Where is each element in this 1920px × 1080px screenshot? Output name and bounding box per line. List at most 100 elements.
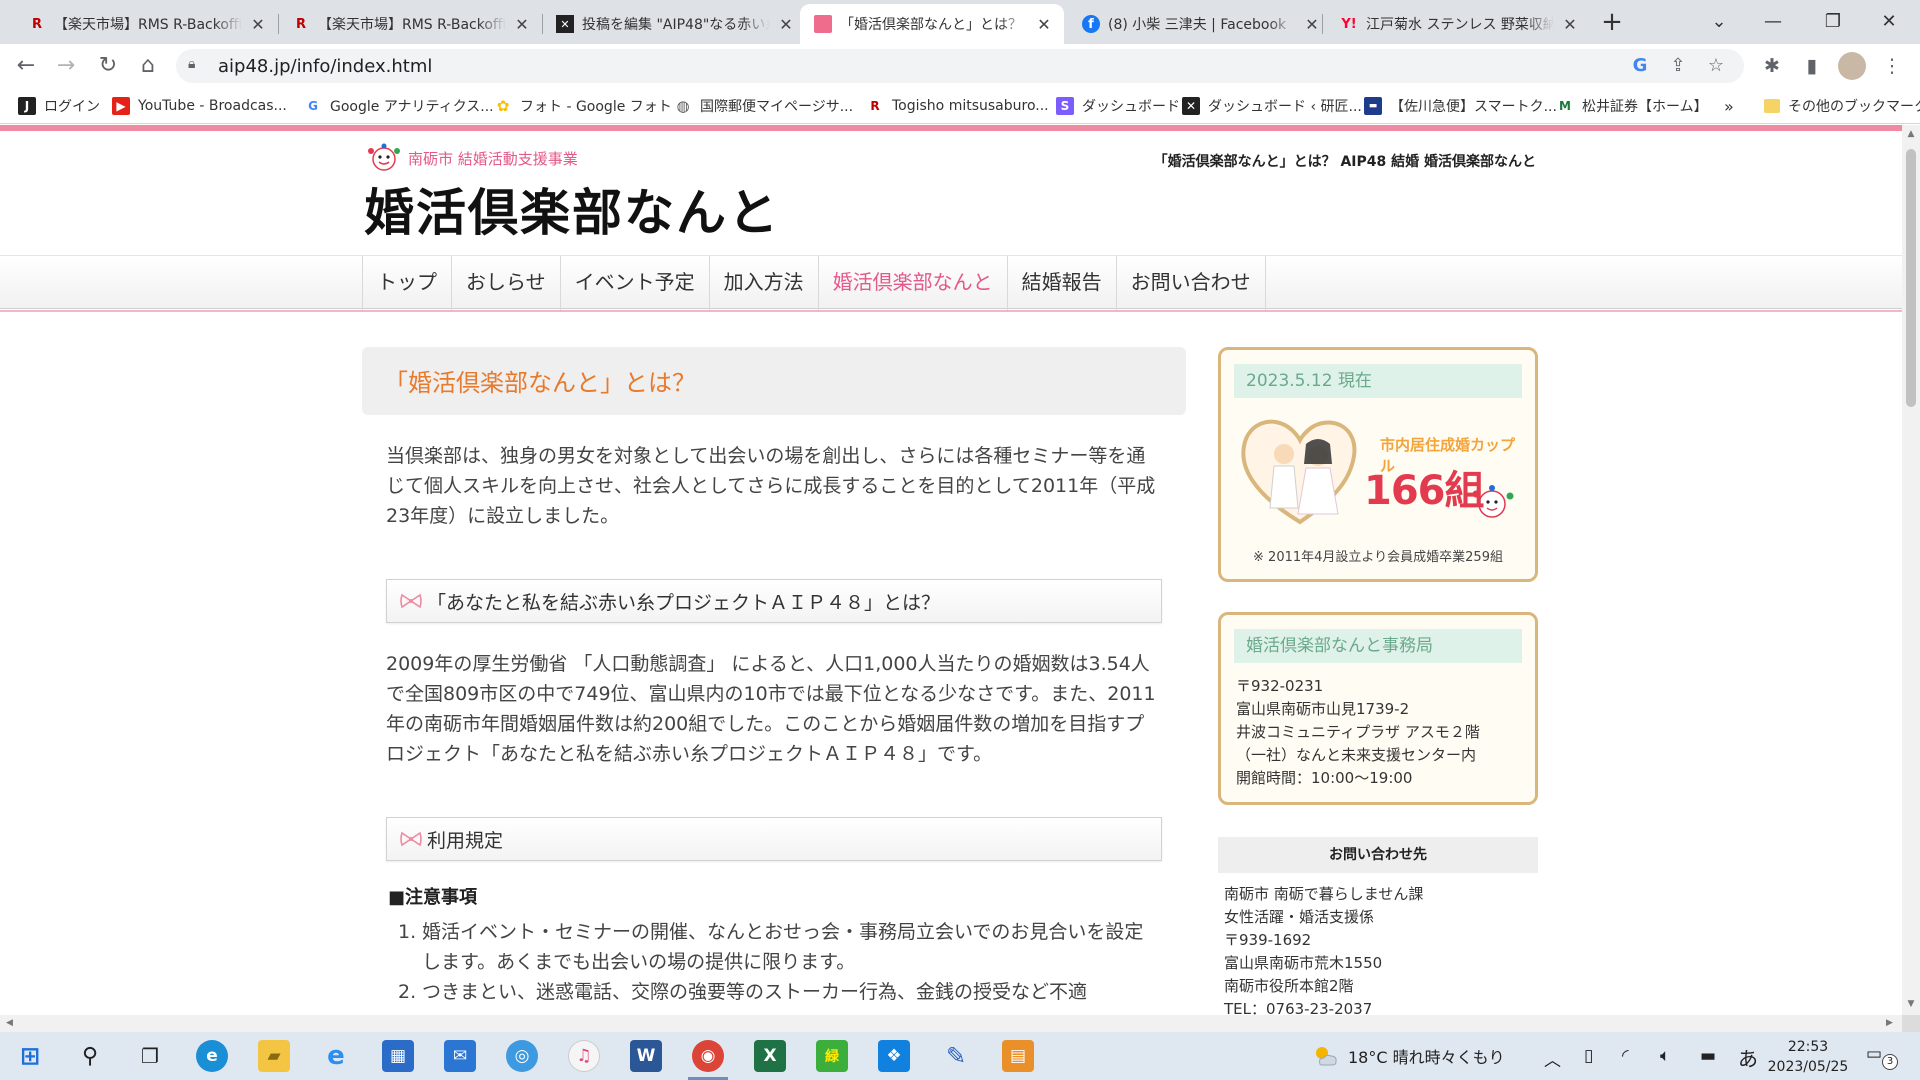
scroll-left-icon[interactable]: ◀ — [6, 1018, 13, 1028]
tab-title: 投稿を編集 "AIP48"なる赤い糸 — [582, 17, 770, 33]
browser-tab[interactable]: R 【楽天市場】RMS R-Backoffice ✕ — [14, 4, 278, 44]
close-icon[interactable]: ✕ — [1302, 15, 1322, 34]
notification-center-icon[interactable]: ▭ 3 — [1866, 1044, 1898, 1070]
windows-start-icon[interactable]: ⊞ — [14, 1040, 46, 1072]
folder-icon — [1764, 99, 1780, 113]
nav-item-contact[interactable]: お問い合わせ — [1115, 256, 1266, 310]
share-icon[interactable]: ⇪ — [1666, 55, 1690, 79]
nav-item-news[interactable]: おしらせ — [451, 256, 560, 310]
battery-icon[interactable]: ▬ — [1700, 1046, 1716, 1066]
app-green-icon[interactable]: 緑 — [816, 1040, 848, 1072]
minimize-button[interactable]: — — [1750, 6, 1796, 38]
chrome-icon[interactable]: ◉ — [692, 1040, 724, 1072]
lock-icon[interactable]: 🔒︎ — [188, 56, 195, 72]
windows-taskbar: ⊞ ⚲ ❐ e ▰ e ▦ ✉ ◎ ♫ W ◉ X 緑 ❖ ✎ ▤ 18°C 晴… — [0, 1032, 1920, 1080]
dropbox-icon[interactable]: ❖ — [878, 1040, 910, 1072]
menu-kebab-icon[interactable]: ⋮ — [1878, 52, 1906, 80]
horizontal-scrollbar[interactable]: ◀ ▶ — [0, 1015, 1902, 1032]
close-icon[interactable]: ✕ — [248, 15, 268, 34]
close-icon[interactable]: ✕ — [1034, 15, 1054, 34]
close-window-button[interactable]: ✕ — [1866, 6, 1912, 38]
vertical-scrollbar[interactable]: ▲ ▼ — [1902, 125, 1920, 1015]
rakuten-icon: R — [31, 16, 42, 32]
nav-item-join[interactable]: 加入方法 — [708, 256, 818, 310]
bookmark-item[interactable]: R Togisho mitsusaburo... — [866, 94, 1049, 118]
browser-tab[interactable]: ✕ 投稿を編集 "AIP48"なる赤い糸 ✕ — [542, 4, 806, 44]
itunes-icon[interactable]: ♫ — [568, 1040, 600, 1072]
close-icon[interactable]: ✕ — [512, 15, 532, 34]
couple-note: ※ 2011年4月設立より会員成婚卒業259組 — [1253, 550, 1503, 565]
reload-button[interactable]: ↻ — [92, 50, 124, 82]
browser-tab[interactable]: Y! 江戸菊水 ステンレス 野菜収納 ✕ — [1326, 4, 1590, 44]
maximize-button[interactable]: ❐ — [1810, 6, 1856, 38]
profile-avatar[interactable] — [1838, 52, 1866, 80]
intro-paragraph: 当倶楽部は、独身の男女を対象として出会いの場を創出し、さらには各種セミナー等を通… — [386, 445, 1156, 527]
forward-button[interactable]: → — [50, 50, 82, 82]
nav-item-about[interactable]: 婚活倶楽部なんと — [817, 256, 1007, 310]
search-icon[interactable]: ⚲ — [74, 1040, 106, 1072]
app-orange-icon[interactable]: ▤ — [1002, 1040, 1034, 1072]
close-icon[interactable]: ✕ — [776, 15, 796, 34]
mail-icon[interactable]: ✉ — [444, 1040, 476, 1072]
edge-icon[interactable]: e — [196, 1040, 228, 1072]
address-bar[interactable]: 🔒︎ aip48.jp/info/index.html G ⇪ ☆ — [176, 49, 1744, 83]
volume-muted-icon[interactable]: 🔈︎ — [1660, 1046, 1670, 1066]
list-item: 1. 婚活イベント・セミナーの開催、なんとおせっ会・事務局立会いでのお見合いを設定… — [398, 921, 1144, 973]
globe-icon: ◍ — [674, 97, 692, 115]
tray-overflow-icon[interactable]: ︿ — [1544, 1046, 1561, 1071]
nav-item-events[interactable]: イベント予定 — [559, 256, 709, 310]
header-tagline: 「婚活倶楽部なんと」とは？ AIP48 結婚 婚活倶楽部なんと — [1153, 154, 1536, 170]
file-explorer-icon[interactable]: ▰ — [258, 1040, 290, 1072]
date-label: 2023.5.12 現在 — [1234, 364, 1522, 398]
new-tab-button[interactable]: + — [1597, 8, 1627, 38]
bookmark-star-icon[interactable]: ☆ — [1704, 55, 1728, 79]
device-icon[interactable]: ▯ — [1584, 1046, 1593, 1066]
extensions-icon[interactable]: ✱ — [1758, 52, 1786, 80]
back-button[interactable]: ← — [10, 50, 42, 82]
contact-heading: お問い合わせ先 — [1218, 837, 1538, 873]
bookmark-item[interactable]: M 松井証券【ホーム】 — [1556, 94, 1708, 118]
bookmarks-overflow-button[interactable]: » — [1724, 94, 1734, 118]
home-button[interactable]: ⌂ — [132, 50, 164, 82]
wifi-icon[interactable]: ◜ — [1622, 1046, 1629, 1066]
bookmark-item[interactable]: ✕ ダッシュボード ‹ 研匠... — [1182, 94, 1362, 118]
site-icon: ✕ — [1182, 97, 1200, 115]
scrollbar-thumb[interactable] — [1906, 149, 1916, 407]
browser-tab-active[interactable]: 「婚活倶楽部なんと」とは？｜婚活 ✕ — [800, 4, 1064, 44]
close-icon[interactable]: ✕ — [1560, 15, 1580, 34]
system-clock[interactable]: 22:53 2023/05/25 — [1760, 1037, 1856, 1077]
store-icon[interactable]: ▦ — [382, 1040, 414, 1072]
scroll-right-icon[interactable]: ▶ — [1886, 1018, 1893, 1028]
scroll-down-icon[interactable]: ▼ — [1902, 999, 1920, 1009]
bookmark-item[interactable]: ▶ YouTube - Broadcas... — [112, 94, 287, 118]
excel-icon[interactable]: X — [754, 1040, 786, 1072]
pen-icon[interactable]: ✎ — [940, 1040, 972, 1072]
browser-tab[interactable]: R 【楽天市場】RMS R-Backoffice ✕ — [278, 4, 542, 44]
site-logo[interactable]: 婚活倶楽部なんと — [364, 173, 780, 245]
ime-pad-icon[interactable]: ◎ — [506, 1040, 538, 1072]
task-view-icon[interactable]: ❐ — [134, 1040, 166, 1072]
office-title: 婚活倶楽部なんと事務局 — [1234, 629, 1522, 663]
bookmark-item[interactable]: ◍ 国際郵便マイページサ... — [674, 94, 853, 118]
ime-indicator[interactable]: あ — [1738, 1043, 1758, 1072]
word-icon[interactable]: W — [630, 1040, 662, 1072]
weather-widget[interactable]: 18°C 晴れ時々くもり — [1312, 1044, 1505, 1068]
nav-item-reports[interactable]: 結婚報告 — [1006, 256, 1116, 310]
notification-badge: 3 — [1882, 1054, 1898, 1070]
bookmark-item[interactable]: J ログイン — [18, 94, 100, 118]
side-panel-icon[interactable]: ▮ — [1798, 52, 1826, 80]
bookmark-item[interactable]: ✿ フォト - Google フォト — [494, 94, 672, 118]
bookmark-item[interactable]: S ダッシュボード — [1056, 94, 1180, 118]
other-bookmarks-folder[interactable]: その他のブックマーク — [1764, 94, 1920, 118]
scroll-up-icon[interactable]: ▲ — [1902, 129, 1920, 139]
bookmark-item[interactable]: G Google アナリティクス... — [304, 94, 494, 118]
section-heading: 利用規定 — [386, 817, 1162, 861]
bookmark-item[interactable]: ▬ 【佐川急便】スマートク... — [1364, 94, 1557, 118]
sub-logo[interactable]: 南砺市 結婚活動支援事業 — [366, 143, 578, 173]
bookmark-icon: J — [18, 97, 36, 115]
browser-tab[interactable]: f (8) 小柴 三津夫 | Facebook ✕ — [1068, 4, 1332, 44]
google-translate-icon[interactable]: G — [1628, 55, 1652, 79]
internet-explorer-icon[interactable]: e — [320, 1040, 352, 1072]
nav-item-top[interactable]: トップ — [362, 256, 451, 310]
tab-search-icon[interactable]: ⌄ — [1696, 6, 1742, 38]
